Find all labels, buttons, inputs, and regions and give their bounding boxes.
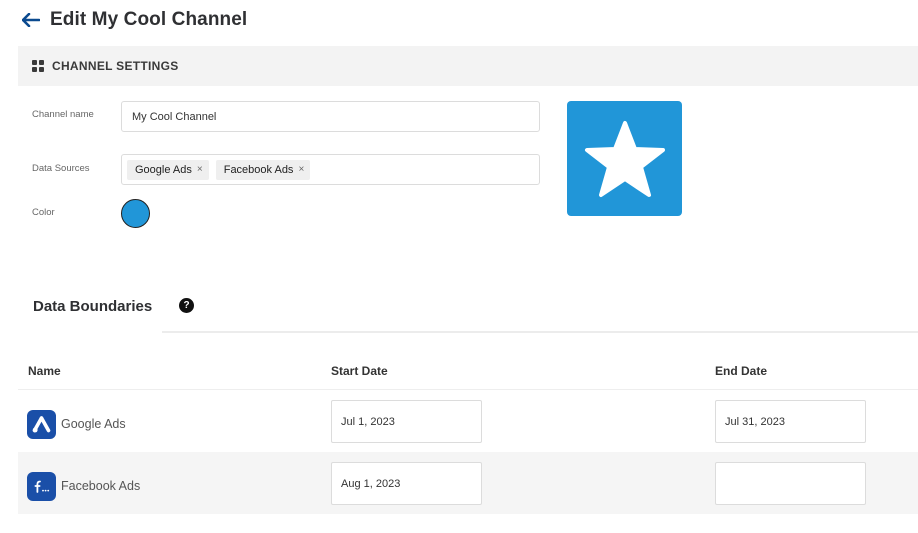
data-boundaries-title[interactable]: Data Boundaries	[33, 298, 152, 315]
data-boundaries-tab-bar: Data Boundaries ?	[18, 292, 918, 336]
start-date-input[interactable]	[331, 400, 482, 443]
star-icon	[584, 120, 665, 197]
source-tag: Facebook Ads ×	[215, 159, 311, 180]
table-row: Facebook Ads	[18, 452, 918, 514]
page-title: Edit My Cool Channel	[50, 9, 248, 30]
tab-divider	[162, 331, 918, 333]
table-row: Google Ads	[18, 390, 918, 452]
column-header-name: Name	[28, 364, 61, 378]
grid-icon	[32, 60, 44, 72]
page-header: Edit My Cool Channel	[22, 6, 247, 34]
help-icon[interactable]: ?	[179, 298, 194, 313]
start-date-input[interactable]	[331, 462, 482, 505]
end-date-input[interactable]	[715, 400, 866, 443]
color-label: Color	[32, 207, 55, 218]
section-title: CHANNEL SETTINGS	[52, 59, 179, 73]
color-picker-swatch[interactable]	[121, 199, 150, 228]
channel-name-input[interactable]	[121, 101, 540, 132]
channel-icon-picker[interactable]	[567, 101, 682, 216]
arrow-left-icon[interactable]	[22, 11, 40, 29]
data-boundaries-table: Name Start Date End Date Google Ads Face…	[18, 354, 918, 514]
source-name: Facebook Ads	[61, 479, 141, 493]
remove-tag-icon[interactable]: ×	[298, 164, 304, 175]
end-date-input[interactable]	[715, 462, 866, 505]
column-header-end-date: End Date	[715, 364, 768, 378]
channel-settings-panel: Channel name Data Sources Google Ads × F…	[18, 86, 918, 246]
source-name: Google Ads	[61, 417, 126, 431]
channel-settings-header: CHANNEL SETTINGS	[18, 46, 918, 86]
google-ads-logo	[27, 410, 56, 439]
source-tag: Google Ads ×	[127, 159, 209, 180]
remove-tag-icon[interactable]: ×	[197, 164, 203, 175]
source-tag-label: Facebook Ads	[223, 163, 294, 176]
data-sources-label: Data Sources	[32, 163, 90, 174]
data-sources-field[interactable]: Google Ads × Facebook Ads ×	[121, 154, 540, 185]
source-tag-label: Google Ads	[135, 163, 192, 176]
table-header: Name Start Date End Date	[18, 354, 918, 390]
facebook-ads-logo	[27, 472, 56, 501]
column-header-start-date: Start Date	[331, 364, 388, 378]
channel-name-label: Channel name	[32, 109, 94, 120]
